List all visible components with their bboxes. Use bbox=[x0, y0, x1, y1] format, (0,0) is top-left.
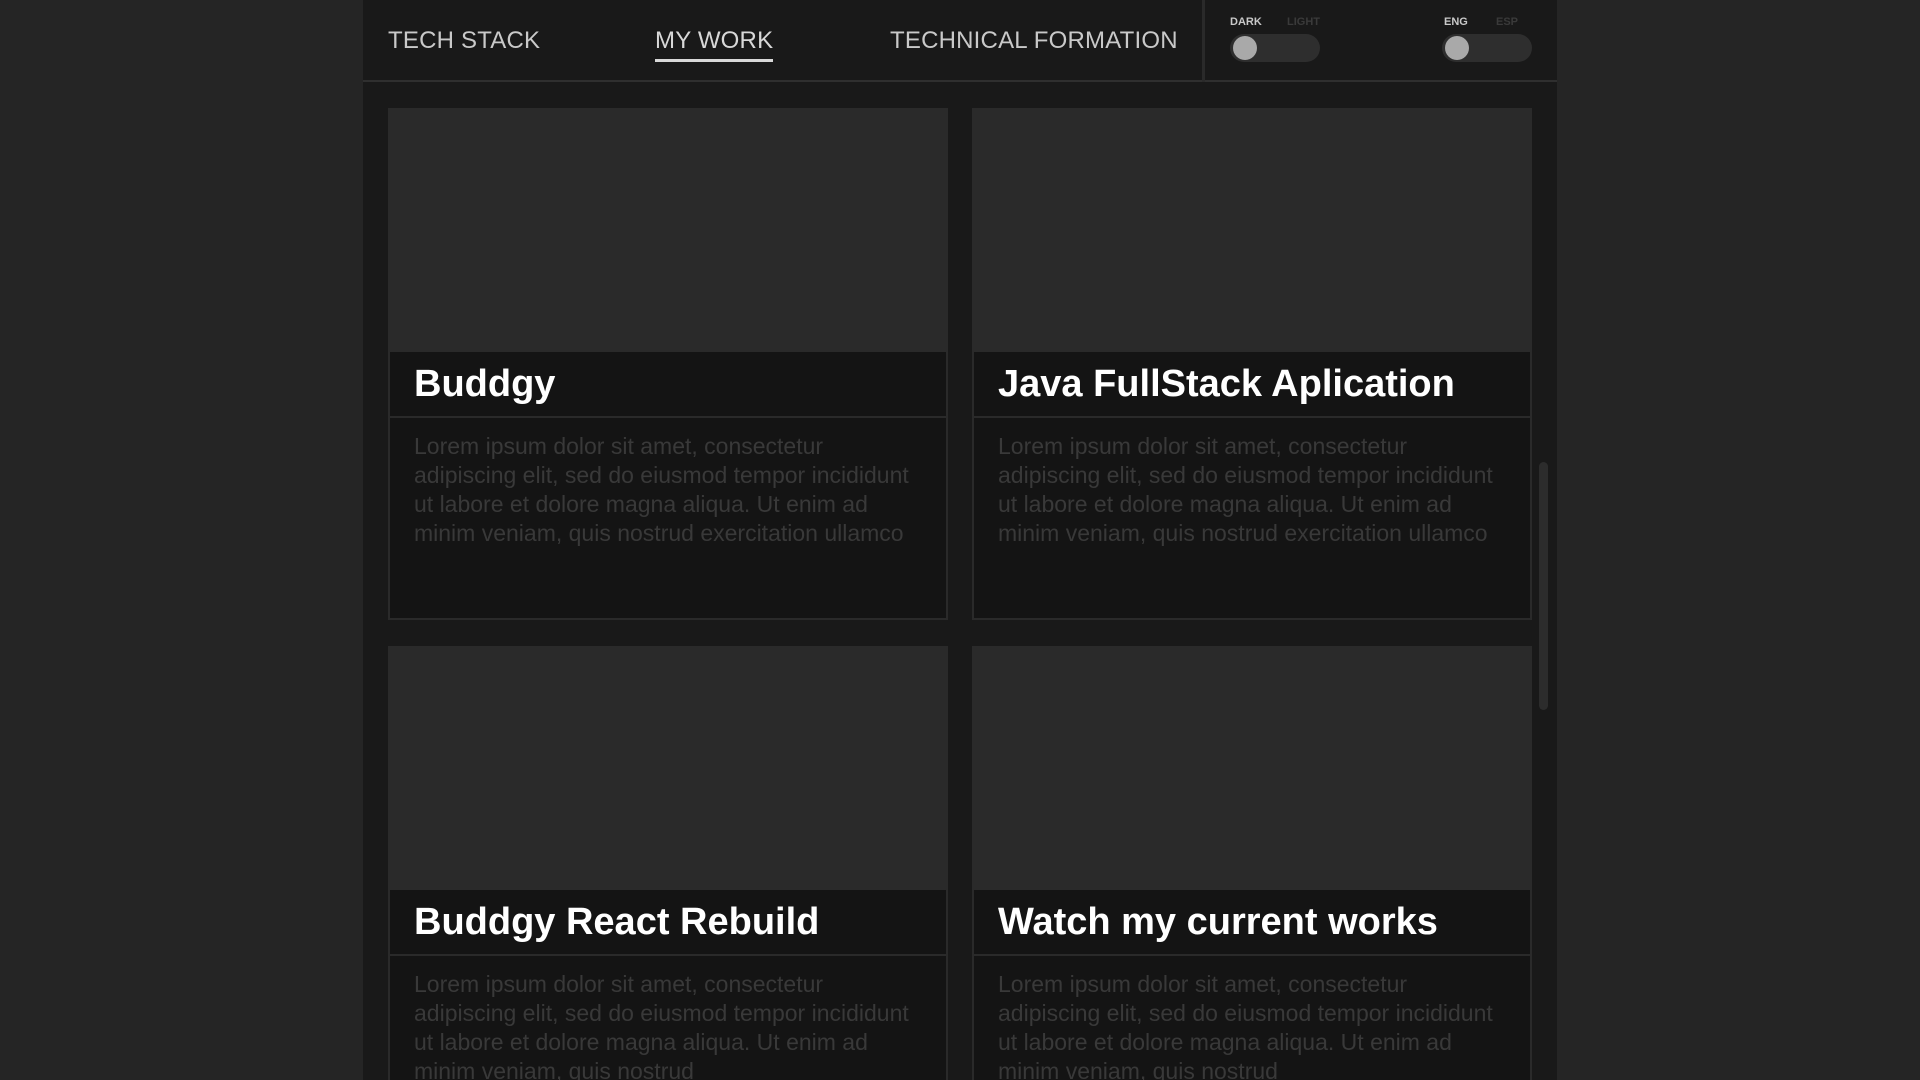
theme-toggle-knob[interactable] bbox=[1233, 36, 1257, 60]
theme-toggle-labels: DARK LIGHT bbox=[1230, 16, 1320, 29]
theme-toggle-group: DARK LIGHT bbox=[1230, 16, 1320, 62]
project-card-current-works[interactable]: Watch my current works Lorem ipsum dolor… bbox=[972, 646, 1532, 1080]
project-title-bar: Java FullStack Aplication bbox=[974, 352, 1530, 416]
language-toggle-labels: ENG ESP bbox=[1442, 16, 1532, 29]
project-description-panel: Lorem ipsum dolor sit amet, consectetur … bbox=[974, 956, 1530, 1080]
project-title: Java FullStack Aplication bbox=[998, 363, 1455, 405]
project-title-bar: Buddgy React Rebuild bbox=[390, 890, 946, 954]
language-toggle-knob[interactable] bbox=[1445, 36, 1469, 60]
vertical-scrollbar-thumb[interactable] bbox=[1539, 462, 1548, 710]
project-image-placeholder bbox=[388, 108, 948, 352]
project-title: Watch my current works bbox=[998, 901, 1438, 943]
project-image-placeholder bbox=[972, 108, 1532, 352]
project-description: Lorem ipsum dolor sit amet, consectetur … bbox=[998, 433, 1493, 546]
project-image-placeholder bbox=[388, 646, 948, 890]
language-toggle-group: ENG ESP bbox=[1442, 16, 1532, 62]
project-title-bar: Buddgy bbox=[390, 352, 946, 416]
project-description-panel: Lorem ipsum dolor sit amet, consectetur … bbox=[974, 418, 1530, 618]
project-title-bar: Watch my current works bbox=[974, 890, 1530, 954]
project-card-java-fullstack[interactable]: Java FullStack Aplication Lorem ipsum do… bbox=[972, 108, 1532, 620]
tab-my-work[interactable]: MY WORK bbox=[655, 26, 774, 62]
project-card-buddgy-react-rebuild[interactable]: Buddgy React Rebuild Lorem ipsum dolor s… bbox=[388, 646, 948, 1080]
project-description: Lorem ipsum dolor sit amet, consectetur … bbox=[414, 971, 909, 1080]
tab-tech-stack-label: TECH STACK bbox=[388, 27, 541, 54]
tab-my-work-label: MY WORK bbox=[655, 27, 774, 54]
tab-technical-formation-label: TECHNICAL FORMATION bbox=[890, 27, 1178, 54]
project-description: Lorem ipsum dolor sit amet, consectetur … bbox=[414, 433, 909, 546]
header-divider bbox=[1202, 0, 1205, 82]
language-eng-label: ENG bbox=[1444, 16, 1468, 28]
theme-toggle[interactable] bbox=[1230, 34, 1320, 62]
portfolio-app: TECH STACK MY WORK TECHNICAL FORMATION D… bbox=[363, 0, 1557, 1080]
language-esp-label: ESP bbox=[1495, 16, 1518, 28]
project-title: Buddgy bbox=[414, 363, 556, 405]
language-toggle[interactable] bbox=[1442, 34, 1532, 62]
theme-light-label: LIGHT bbox=[1287, 16, 1320, 28]
project-description-panel: Lorem ipsum dolor sit amet, consectetur … bbox=[390, 418, 946, 618]
theme-dark-label: DARK bbox=[1230, 16, 1262, 28]
project-card-buddgy[interactable]: Buddgy Lorem ipsum dolor sit amet, conse… bbox=[388, 108, 948, 620]
project-title: Buddgy React Rebuild bbox=[414, 901, 820, 943]
active-tab-underline bbox=[655, 59, 774, 62]
project-image-placeholder bbox=[972, 646, 1532, 890]
tab-technical-formation[interactable]: TECHNICAL FORMATION bbox=[890, 26, 1178, 56]
project-description: Lorem ipsum dolor sit amet, consectetur … bbox=[998, 971, 1493, 1080]
tab-tech-stack[interactable]: TECH STACK bbox=[388, 26, 540, 56]
project-description-panel: Lorem ipsum dolor sit amet, consectetur … bbox=[390, 956, 946, 1080]
top-navigation: TECH STACK MY WORK TECHNICAL FORMATION D… bbox=[363, 0, 1557, 82]
